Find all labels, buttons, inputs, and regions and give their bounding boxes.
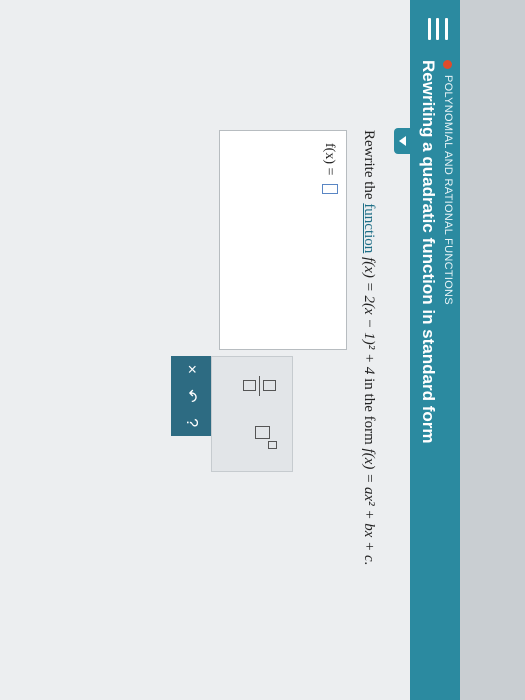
help-button[interactable]: ? bbox=[182, 410, 200, 436]
header-bar: POLYNOMIAL AND RATIONAL FUNCTIONS Rewrit… bbox=[410, 0, 460, 700]
question-middle: in the form bbox=[361, 378, 377, 445]
collapse-chevron-icon[interactable] bbox=[394, 128, 410, 154]
fraction-icon[interactable] bbox=[238, 375, 278, 397]
top-bar-area bbox=[460, 0, 525, 700]
given-function: f(x) = 2(x − 1)² + 4 bbox=[361, 257, 377, 375]
category-label: POLYNOMIAL AND RATIONAL FUNCTIONS bbox=[442, 75, 454, 305]
toolbar-actions: × ↶ ? bbox=[171, 356, 211, 436]
answer-area[interactable]: f(x) = bbox=[219, 130, 347, 350]
status-dot-icon bbox=[443, 60, 453, 69]
toolbar-templates bbox=[211, 356, 293, 472]
undo-button[interactable]: ↶ bbox=[181, 383, 201, 409]
category-row: POLYNOMIAL AND RATIONAL FUNCTIONS bbox=[442, 60, 454, 305]
math-toolbar: × ↶ ? bbox=[171, 356, 293, 472]
answer-input[interactable] bbox=[322, 184, 338, 194]
rotated-screen: POLYNOMIAL AND RATIONAL FUNCTIONS Rewrit… bbox=[0, 0, 525, 700]
clear-button[interactable]: × bbox=[182, 356, 200, 382]
answer-label: f(x) = bbox=[322, 143, 337, 176]
hamburger-icon[interactable] bbox=[428, 18, 448, 40]
question-prefix: Rewrite the bbox=[361, 130, 377, 200]
question-text: Rewrite the function f(x) = 2(x − 1)² + … bbox=[360, 130, 377, 565]
function-link[interactable]: function bbox=[361, 203, 377, 253]
target-form: f(x) = ax² + bx + c. bbox=[361, 448, 377, 566]
topic-title: Rewriting a quadratic function in standa… bbox=[419, 60, 438, 444]
exponent-icon[interactable] bbox=[250, 423, 280, 451]
